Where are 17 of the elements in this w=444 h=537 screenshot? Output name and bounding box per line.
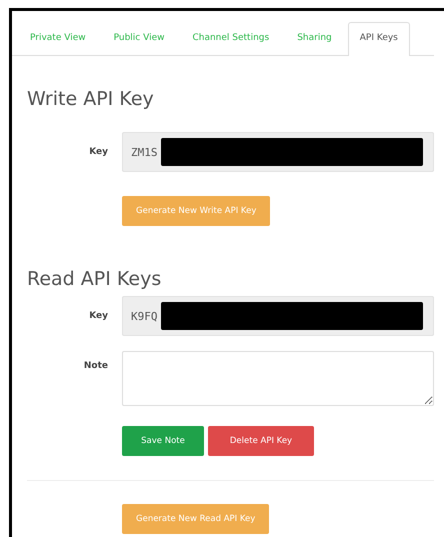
key-field[interactable]: ZM1S bbox=[122, 132, 434, 172]
note-field[interactable] bbox=[122, 351, 434, 406]
key-field[interactable]: K9FQ bbox=[122, 296, 434, 336]
note-label: Note bbox=[82, 360, 109, 371]
tab[interactable]: API Keys bbox=[348, 22, 410, 56]
section-heading: Write API Key bbox=[26, 88, 155, 110]
generate-write-key-button[interactable]: Generate New Write API Key bbox=[122, 196, 270, 226]
tab[interactable]: Public View bbox=[102, 22, 176, 56]
key-label: Key bbox=[88, 147, 109, 157]
save-note-button[interactable]: Save Note bbox=[122, 426, 204, 456]
tab[interactable]: Private View bbox=[18, 22, 98, 56]
tab[interactable]: Sharing bbox=[285, 22, 344, 56]
section-heading: Read API Keys bbox=[26, 268, 162, 290]
generate-read-key-button[interactable]: Generate New Read API Key bbox=[122, 504, 270, 534]
key-label: Key bbox=[88, 311, 109, 321]
delete-key-button[interactable]: Delete API Key bbox=[208, 426, 314, 456]
tab[interactable]: Channel Settings bbox=[180, 22, 282, 56]
